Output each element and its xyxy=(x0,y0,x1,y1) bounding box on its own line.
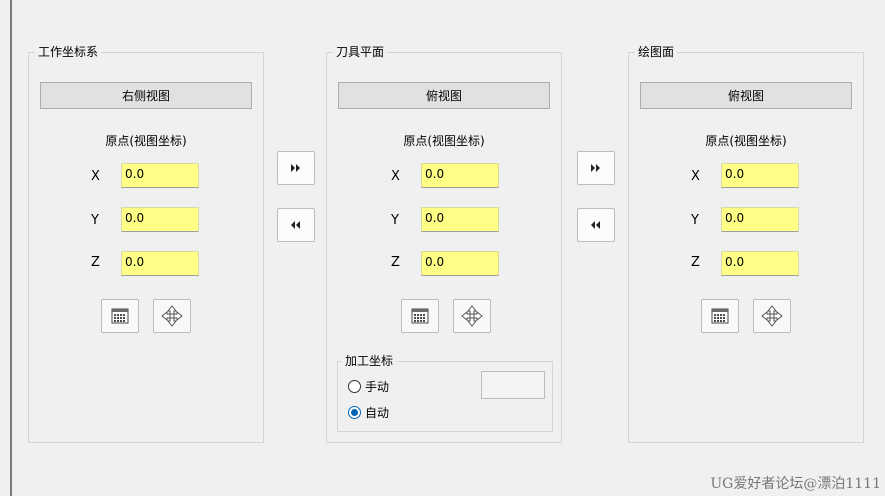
calculator-icon xyxy=(711,308,729,324)
drawing-plane-group: 绘图面 俯视图 原点(视图坐标) X 0.0 Y 0.0 Z 0.0 xyxy=(628,45,864,443)
tool-z-field[interactable]: 0.0 xyxy=(421,251,499,276)
double-left-arrow-icon xyxy=(591,221,600,229)
back-button-1[interactable] xyxy=(277,208,315,242)
machining-number-input[interactable] xyxy=(481,371,545,399)
calculator-icon xyxy=(411,308,429,324)
auto-radio-option[interactable]: 自动 xyxy=(348,404,389,421)
tool-z-label: Z xyxy=(391,255,400,270)
forward-button-1[interactable] xyxy=(277,151,315,185)
move-arrows-icon xyxy=(161,305,183,327)
draw-z-field[interactable]: 0.0 xyxy=(721,251,799,276)
move-arrows-icon xyxy=(461,305,483,327)
work-x-label: X xyxy=(91,169,100,184)
auto-radio-label: 自动 xyxy=(365,406,390,420)
tool-calculator-button[interactable] xyxy=(401,299,439,333)
draw-y-field[interactable]: 0.0 xyxy=(721,207,799,232)
tool-plane-group: 刀具平面 俯视图 原点(视图坐标) X 0.0 Y 0.0 Z 0.0 加工坐标… xyxy=(326,45,562,443)
work-move-button[interactable] xyxy=(153,299,191,333)
work-x-field[interactable]: 0.0 xyxy=(121,163,199,188)
work-z-label: Z xyxy=(91,255,100,270)
watermark: UG爱好者论坛@漂泊1111 xyxy=(710,476,881,492)
machining-coordinate-title: 加工坐标 xyxy=(342,354,397,368)
work-view-button[interactable]: 右侧视图 xyxy=(40,82,252,109)
work-calculator-button[interactable] xyxy=(101,299,139,333)
work-coordinate-group: 工作坐标系 右侧视图 原点(视图坐标) X 0.0 Y 0.0 Z 0.0 xyxy=(28,45,264,443)
draw-origin-label: 原点(视图坐标) xyxy=(705,134,787,148)
draw-x-field[interactable]: 0.0 xyxy=(721,163,799,188)
double-right-arrow-icon xyxy=(591,164,600,172)
forward-button-2[interactable] xyxy=(577,151,615,185)
drawing-plane-title: 绘图面 xyxy=(635,45,678,59)
tool-y-field[interactable]: 0.0 xyxy=(421,207,499,232)
calculator-icon xyxy=(111,308,129,324)
work-y-field[interactable]: 0.0 xyxy=(121,207,199,232)
draw-calculator-button[interactable] xyxy=(701,299,739,333)
window-edge xyxy=(10,0,12,496)
move-arrows-icon xyxy=(761,305,783,327)
back-button-2[interactable] xyxy=(577,208,615,242)
work-origin-label: 原点(视图坐标) xyxy=(105,134,187,148)
tool-x-field[interactable]: 0.0 xyxy=(421,163,499,188)
tool-move-button[interactable] xyxy=(453,299,491,333)
manual-radio-option[interactable]: 手动 xyxy=(348,378,389,395)
draw-x-label: X xyxy=(691,169,700,184)
manual-radio-label: 手动 xyxy=(365,380,390,394)
tool-y-label: Y xyxy=(391,213,399,228)
draw-move-button[interactable] xyxy=(753,299,791,333)
manual-radio[interactable] xyxy=(348,380,361,393)
work-z-field[interactable]: 0.0 xyxy=(121,251,199,276)
double-left-arrow-icon xyxy=(291,221,300,229)
draw-view-button[interactable]: 俯视图 xyxy=(640,82,852,109)
machining-coordinate-group: 加工坐标 手动 自动 xyxy=(337,354,553,432)
draw-y-label: Y xyxy=(691,213,699,228)
draw-z-label: Z xyxy=(691,255,700,270)
auto-radio[interactable] xyxy=(348,406,361,419)
work-y-label: Y xyxy=(91,213,99,228)
tool-origin-label: 原点(视图坐标) xyxy=(403,134,485,148)
work-coordinate-title: 工作坐标系 xyxy=(35,45,102,59)
double-right-arrow-icon xyxy=(291,164,300,172)
tool-view-button[interactable]: 俯视图 xyxy=(338,82,550,109)
tool-plane-title: 刀具平面 xyxy=(333,45,388,59)
tool-x-label: X xyxy=(391,169,400,184)
